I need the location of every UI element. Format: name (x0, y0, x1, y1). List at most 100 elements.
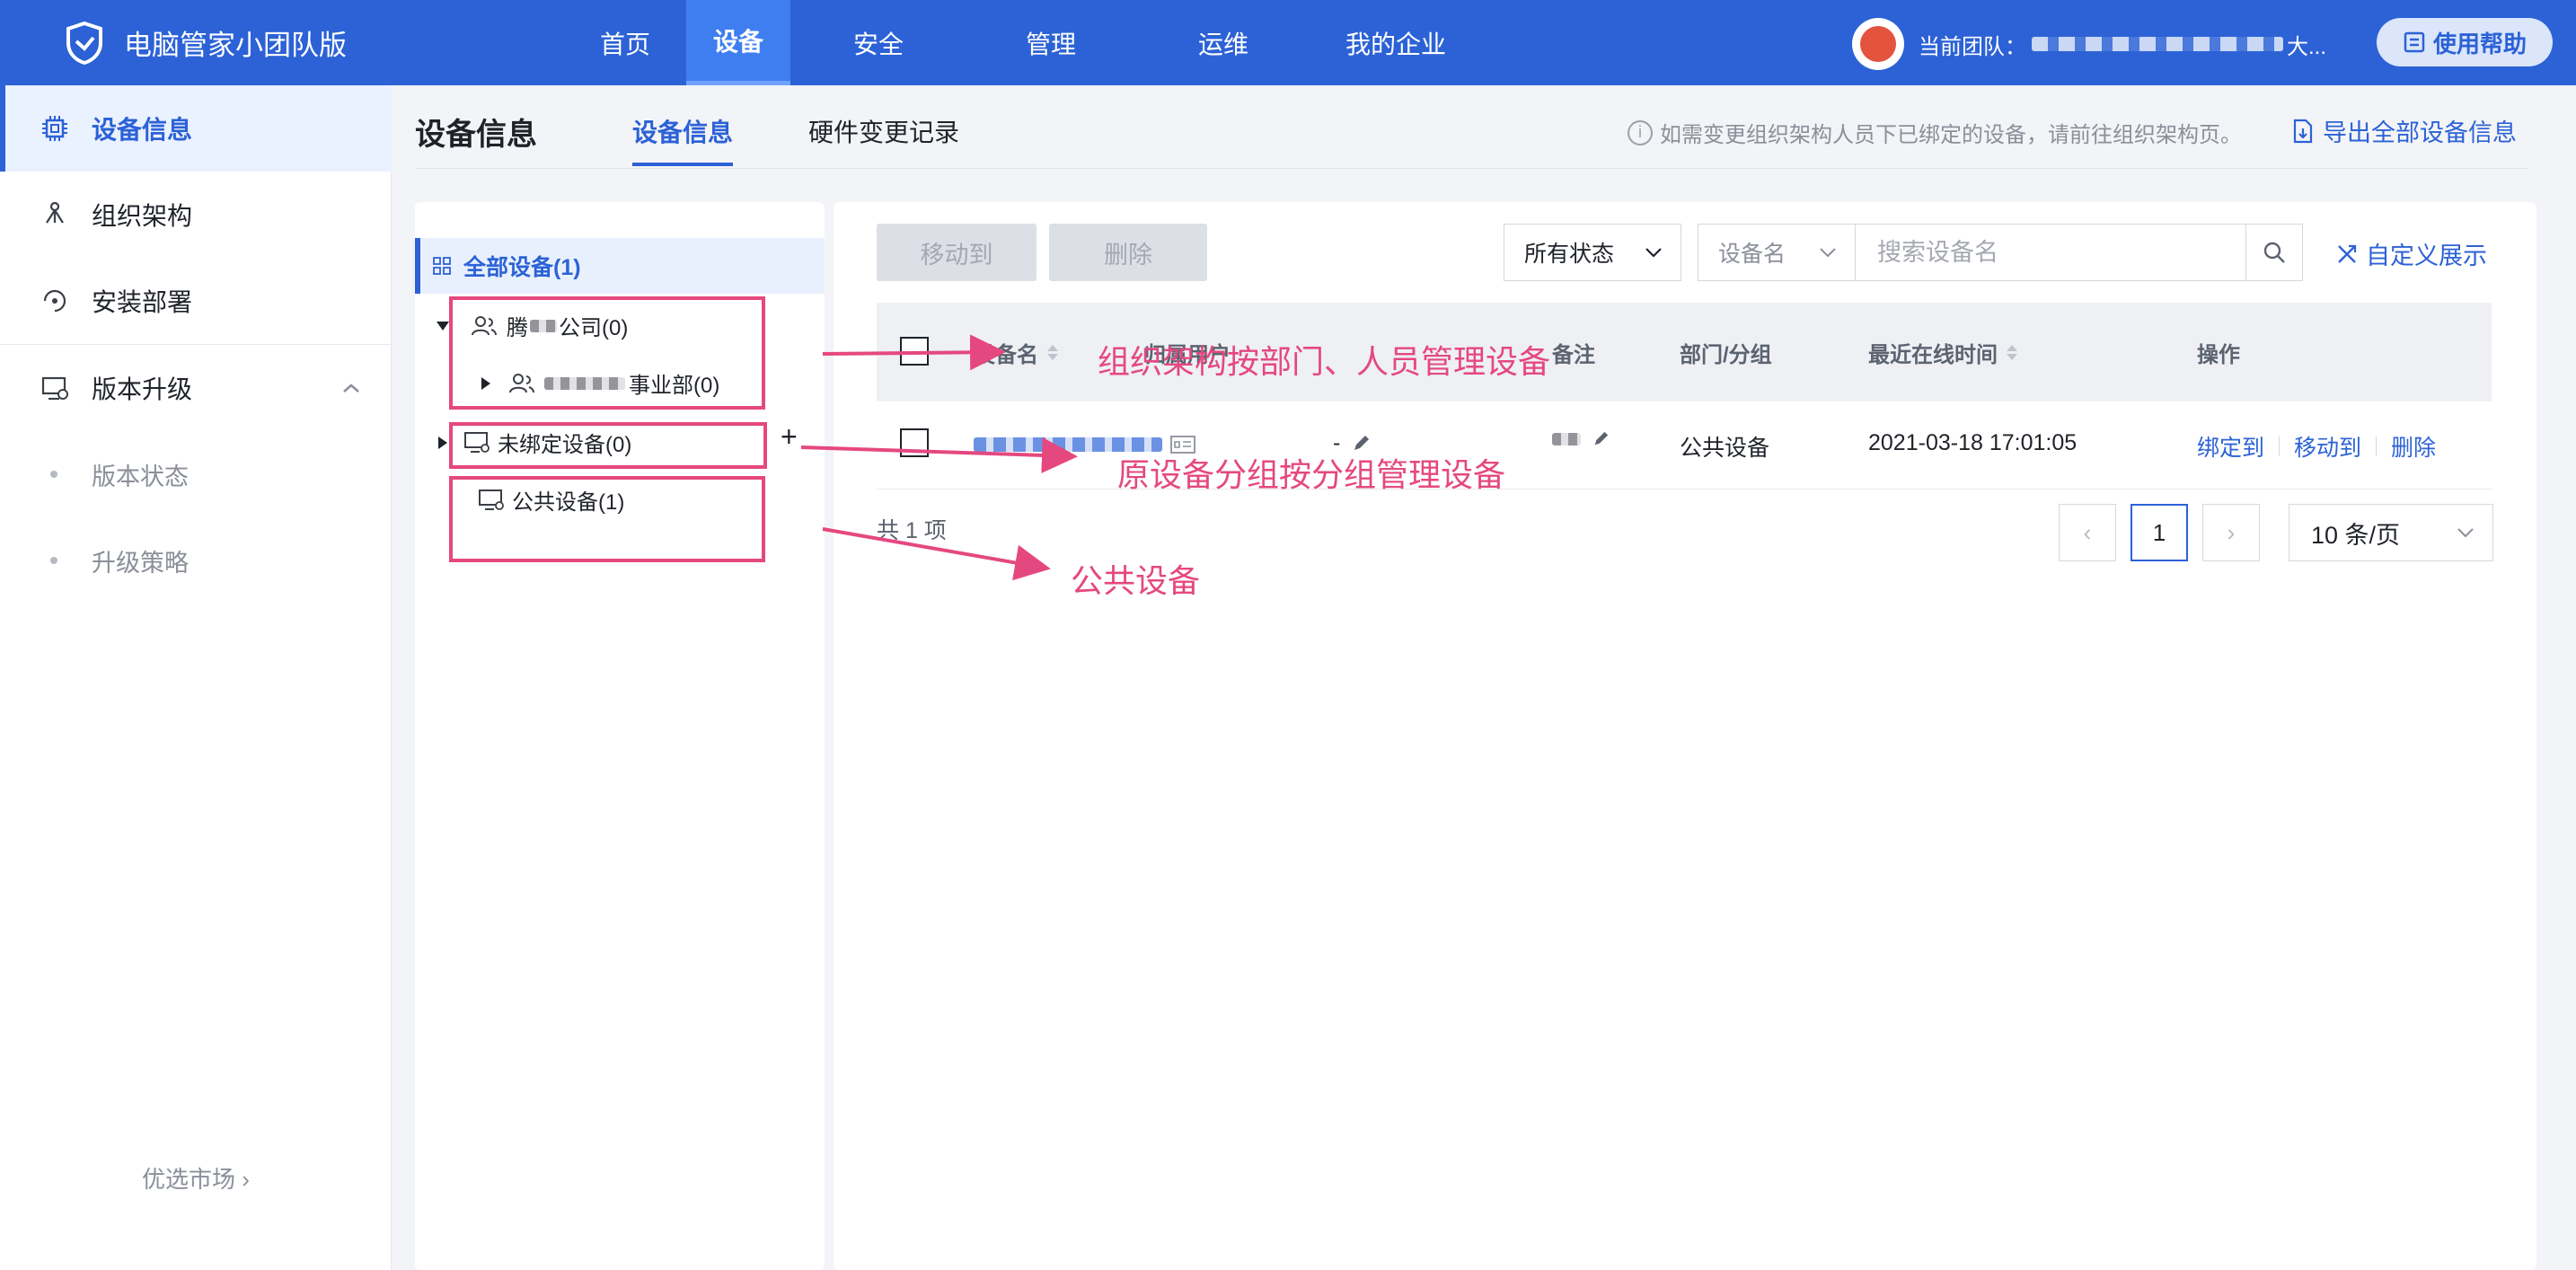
customize-label: 自定义展示 (2366, 243, 2487, 269)
top-bar: 电脑管家小团队版 首页 设备 安全 管理 运维 我的企业 当前团队： 大... … (0, 0, 2576, 85)
search-input[interactable] (1856, 224, 2247, 281)
caret-down-icon[interactable] (437, 321, 449, 331)
prev-page-button[interactable]: ‹ (2059, 504, 2116, 561)
sidebar-item-deploy[interactable]: 安装部署 (0, 258, 392, 344)
nav-ops[interactable]: 运维 (1186, 0, 1261, 85)
market-link[interactable]: 优选市场 › (0, 1161, 392, 1195)
nav-home[interactable]: 首页 (564, 0, 686, 85)
page-size-select[interactable]: 10 条/页 (2289, 504, 2493, 561)
sidebar-item-org[interactable]: 组织架构 (0, 172, 392, 258)
active-tab-indicator (632, 163, 733, 166)
add-group-button[interactable]: + (781, 420, 798, 454)
shield-logo-icon (66, 21, 102, 65)
brand-name: 电脑管家小团队版 (124, 30, 347, 61)
search-icon (2263, 242, 2285, 263)
status-select-value: 所有状态 (1524, 242, 1615, 267)
caret-right-icon[interactable] (438, 436, 447, 449)
move-to-button[interactable]: 移动到 (877, 224, 1037, 281)
bullet-icon (50, 471, 57, 478)
search-field-select[interactable]: 设备名 (1698, 224, 1856, 281)
info-icon: i (1628, 119, 1653, 146)
bind-to-link[interactable]: 绑定到 (2197, 430, 2264, 463)
export-all-button[interactable]: 导出全部设备信息 (2292, 113, 2517, 148)
team-name-suffix: 大... (2287, 34, 2327, 59)
annotation-box-unbound (449, 422, 767, 469)
avatar (1852, 18, 1904, 70)
total-count: 共 1 项 (877, 518, 947, 543)
chevron-down-icon (1820, 248, 1836, 258)
sidebar-item-device-info[interactable]: 设备信息 (0, 85, 392, 172)
sidebar-subitem-version-status[interactable]: 版本状态 (0, 431, 392, 517)
help-button[interactable]: 使用帮助 (2377, 18, 2553, 66)
device-list-panel: 移动到 删除 所有状态 设备名 自定义展示 设备名 归属用户 备注 部 (834, 202, 2536, 1270)
column-last-online[interactable]: 最近在线时间 (1868, 337, 2017, 368)
page-title: 设备信息 (415, 118, 537, 152)
next-page-button[interactable]: › (2202, 504, 2260, 561)
team-name-redacted (2032, 37, 2283, 51)
sidebar-item-label: 组织架构 (92, 202, 193, 230)
nav-devices[interactable]: 设备 (686, 0, 790, 85)
annotation-box-org (449, 296, 765, 410)
info-tip-text: 如需变更组织架构人员下已绑定的设备，请前往组织架构页。 (1660, 123, 2242, 147)
annotation-public-text: 公共设备 (1071, 562, 1201, 599)
search-button[interactable] (2245, 224, 2303, 281)
tree-node-all-devices[interactable]: 全部设备(1) (415, 238, 825, 294)
chip-icon (42, 116, 67, 141)
search-field-value: 设备名 (1718, 242, 1786, 267)
divider (2279, 437, 2280, 456)
help-label: 使用帮助 (2432, 30, 2527, 57)
bullet-icon (50, 557, 57, 564)
group-cell: 公共设备 (1680, 436, 1770, 461)
sidebar-subitem-upgrade-policy[interactable]: 升级策略 (0, 517, 392, 604)
nav-my-company[interactable]: 我的企业 (1342, 0, 1450, 85)
tab-device-info[interactable]: 设备信息 (632, 113, 733, 149)
main-nav: 首页 设备 安全 管理 运维 我的企业 (564, 0, 1450, 85)
deploy-icon (43, 289, 66, 313)
last-online-cell: 2021-03-18 17:01:05 (1868, 430, 2078, 455)
header-divider (415, 168, 2527, 169)
column-group: 部门/分组 (1680, 343, 1772, 367)
nav-security[interactable]: 安全 (841, 0, 916, 85)
grid-icon (433, 257, 451, 275)
info-tip: i 如需变更组织架构人员下已绑定的设备，请前往组织架构页。 (1628, 117, 2242, 148)
move-to-link[interactable]: 移动到 (2294, 430, 2361, 463)
sidebar-item-upgrade[interactable]: 版本升级 (0, 345, 392, 431)
team-label: 当前团队： (1919, 34, 2026, 59)
select-all-checkbox[interactable] (900, 337, 929, 366)
upgrade-icon (41, 376, 68, 401)
sort-icon[interactable] (2007, 345, 2017, 360)
edit-pencil-icon[interactable] (1592, 430, 1610, 448)
chevron-up-icon (343, 384, 359, 392)
column-actions: 操作 (2197, 343, 2240, 367)
sidebar-subitem-label: 升级策略 (92, 549, 189, 577)
sidebar: 设备信息 组织架构 安装部署 版本升级 版本状态 升级策略 优选市场 › (0, 85, 392, 1270)
annotation-box-public (449, 476, 765, 562)
tools-icon (2338, 244, 2357, 263)
sort-icon[interactable] (1047, 345, 1058, 360)
chevron-down-icon (1645, 248, 1662, 258)
delete-link[interactable]: 删除 (2391, 430, 2436, 463)
sidebar-item-label: 设备信息 (92, 116, 193, 144)
delete-button[interactable]: 删除 (1049, 224, 1207, 281)
export-file-icon (2293, 119, 2313, 143)
page-1-button[interactable]: 1 (2130, 504, 2188, 561)
team-switcher[interactable]: 当前团队： 大... (1852, 18, 2326, 70)
row-checkbox[interactable] (900, 428, 929, 457)
column-device-name[interactable]: 设备名 (974, 337, 1058, 368)
brand[interactable]: 电脑管家小团队版 (61, 20, 564, 66)
divider (2376, 437, 2378, 456)
export-label: 导出全部设备信息 (2323, 119, 2517, 146)
remark-cell (1552, 430, 1610, 448)
org-tree-icon (46, 201, 64, 224)
chevron-down-icon (2457, 528, 2474, 538)
status-select[interactable]: 所有状态 (1504, 224, 1681, 281)
annotation-org-text: 组织架构按部门、人员管理设备 (1098, 343, 1551, 380)
nav-manage[interactable]: 管理 (1013, 0, 1089, 85)
actions-cell: 绑定到 移动到 删除 (2197, 430, 2436, 463)
tree-node-label: 全部设备(1) (463, 255, 581, 280)
book-icon (2404, 31, 2425, 53)
sidebar-item-label: 版本升级 (92, 375, 193, 403)
customize-columns-button[interactable]: 自定义展示 (2335, 236, 2487, 271)
tab-hardware-changes[interactable]: 硬件变更记录 (808, 113, 959, 149)
annotation-unbound-text: 原设备分组按分组管理设备 (1117, 456, 1506, 493)
